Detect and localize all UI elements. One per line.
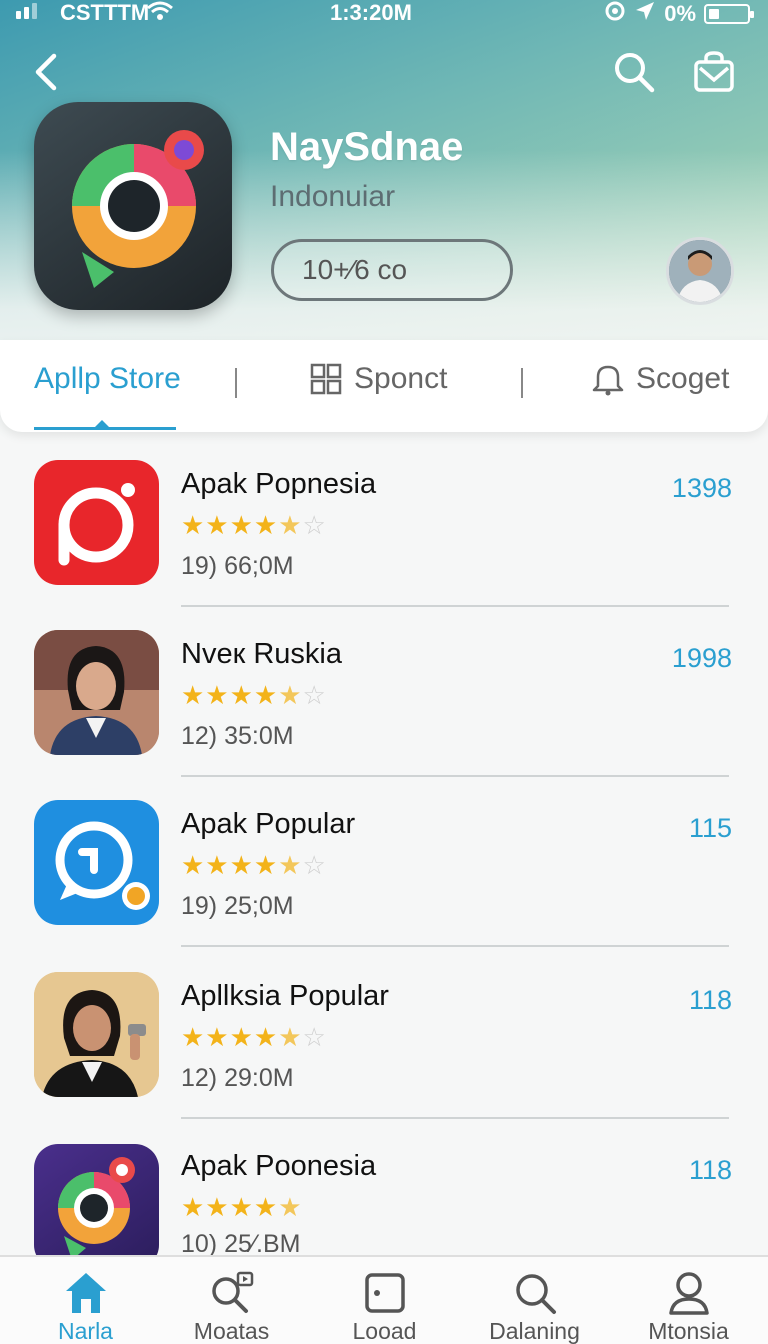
rating-stars: ★★★★★☆ bbox=[181, 680, 327, 710]
tab-scoget[interactable]: Scoget bbox=[592, 362, 729, 396]
avatar[interactable] bbox=[666, 237, 734, 305]
app-subtitle: Indonuiar bbox=[270, 180, 396, 213]
list-item[interactable]: Nveк Ruskia ★★★★★☆ 12) 35:0M 1998 bbox=[0, 610, 768, 780]
app-title: NaySdnae bbox=[270, 125, 464, 169]
tab-label: Scoget bbox=[636, 362, 730, 395]
battery-icon bbox=[704, 4, 754, 24]
purple-maps-app-icon bbox=[34, 1144, 159, 1269]
list-item[interactable]: Apllksia Popular ★★★★★☆ 12) 29:0M 118 bbox=[0, 950, 768, 1120]
nav-dalaning[interactable]: Dalaning bbox=[458, 1257, 611, 1344]
app-meta: 19) 25;0M bbox=[181, 892, 294, 920]
search-image-icon bbox=[211, 1271, 253, 1313]
app-name: Apak Popnesia bbox=[181, 468, 377, 500]
app-name: Nveк Ruskia bbox=[181, 638, 342, 670]
rating-stars: ★★★★★☆ bbox=[181, 510, 327, 540]
signal-icon bbox=[16, 3, 37, 19]
woman-microphone-photo-icon bbox=[34, 972, 159, 1097]
app-meta: 12) 29:0M bbox=[181, 1064, 294, 1092]
nav-label: Loоad bbox=[352, 1318, 417, 1344]
home-icon bbox=[65, 1273, 106, 1313]
woman-photo-icon bbox=[34, 630, 159, 755]
person-icon bbox=[668, 1272, 709, 1315]
list-divider bbox=[181, 1117, 729, 1119]
app-count: 1398 bbox=[671, 473, 732, 503]
install-count-pill[interactable]: 10+⁄6 co bbox=[271, 239, 513, 301]
app-count: 1998 bbox=[671, 643, 732, 673]
red-app-icon bbox=[34, 460, 159, 585]
tab-divider bbox=[521, 368, 523, 398]
rating-stars: ★★★★★☆ bbox=[181, 850, 327, 880]
tab-divider bbox=[235, 368, 237, 398]
bag-button[interactable] bbox=[692, 50, 736, 94]
app-count: 115 bbox=[688, 813, 732, 843]
tab-label: Apllp Store bbox=[34, 362, 181, 395]
active-tab-caret bbox=[94, 420, 110, 428]
nav-label: Dalaning bbox=[489, 1318, 580, 1344]
app-meta: 12) 35:0M bbox=[181, 722, 294, 750]
list-item[interactable]: Apak Popular ★★★★★☆ 19) 25;0M 115 bbox=[0, 780, 768, 950]
app-name: Apllksia Popular bbox=[181, 980, 389, 1012]
nav-label: Moatas bbox=[193, 1318, 270, 1344]
battery-label: 0% bbox=[664, 1, 696, 26]
status-bar: CSTTTM 1:3:20M 0% bbox=[0, 0, 768, 26]
list-divider bbox=[181, 945, 729, 947]
segment-tabs: Apllp Store Sponct Scoget bbox=[0, 340, 768, 432]
nav-home[interactable]: Narla bbox=[9, 1257, 162, 1344]
search-icon bbox=[615, 53, 655, 93]
app-count: 118 bbox=[688, 985, 732, 1015]
list-item[interactable]: Apak Popnesia ★★★★★☆ 19) 66;0M 1398 bbox=[0, 440, 768, 610]
list-divider bbox=[181, 775, 729, 777]
back-icon bbox=[35, 53, 57, 91]
location-icon bbox=[634, 0, 656, 28]
nav-label: Mtonsia bbox=[648, 1318, 729, 1344]
square-icon bbox=[364, 1273, 405, 1313]
app-count: 118 bbox=[688, 1155, 732, 1185]
tab-app-store[interactable]: Apllp Store bbox=[34, 362, 181, 396]
nav-load[interactable]: Loоad bbox=[308, 1257, 461, 1344]
search-button[interactable] bbox=[612, 50, 656, 94]
blue-chat-app-icon bbox=[34, 800, 159, 925]
nav-mtonsia[interactable]: Mtonsia bbox=[612, 1257, 765, 1344]
list-divider bbox=[181, 605, 729, 607]
wifi-icon bbox=[146, 0, 174, 28]
search-icon bbox=[515, 1274, 556, 1314]
app-name: Apak Popular bbox=[181, 808, 356, 840]
bag-icon bbox=[694, 51, 734, 92]
nav-moatas[interactable]: Moatas bbox=[155, 1257, 308, 1344]
app-name: Apak Poonesia bbox=[181, 1150, 377, 1182]
rating-stars: ★★★★★ bbox=[181, 1192, 303, 1222]
tab-label: Sponct bbox=[354, 362, 448, 395]
sync-icon bbox=[604, 0, 626, 28]
back-button[interactable] bbox=[28, 50, 68, 94]
tab-sponct[interactable]: Sponct bbox=[310, 362, 447, 396]
carrier-label: CSTTTM bbox=[60, 0, 150, 25]
bell-icon bbox=[592, 365, 624, 396]
bottom-nav: Narla Moatas Loоad Dalaning Mtonsia bbox=[0, 1255, 768, 1344]
status-time: 1:3:20M bbox=[330, 0, 412, 25]
rating-stars: ★★★★★☆ bbox=[181, 1022, 327, 1052]
nav-label: Narla bbox=[58, 1318, 113, 1344]
app-icon bbox=[34, 102, 232, 310]
app-meta: 19) 66;0M bbox=[181, 552, 294, 580]
grid-icon bbox=[310, 363, 342, 395]
